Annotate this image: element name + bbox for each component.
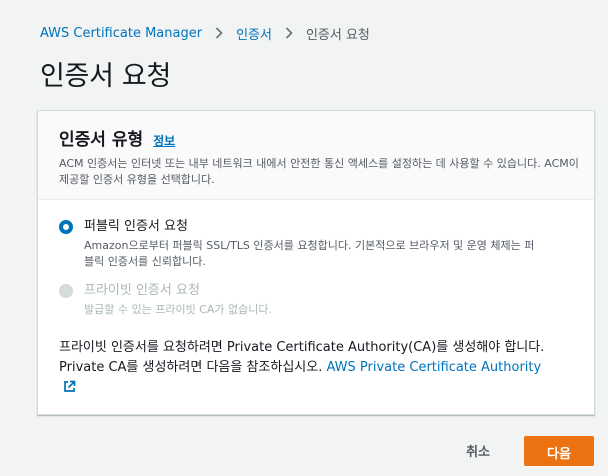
panel-title: 인증서 유형 [59,130,144,150]
external-link-icon [63,380,76,400]
private-certificate-radio [59,284,73,298]
public-certificate-label: 퍼블릭 인증서 요청 [84,219,188,234]
chevron-right-icon [285,27,293,39]
aws-private-ca-link-label: AWS Private Certificate Authority [326,360,542,375]
next-button[interactable]: 다음 [524,435,594,466]
private-certificate-label: 프라이빗 인증서 요청 [84,283,200,298]
info-link[interactable]: 정보 [153,132,175,149]
panel-header: 인증서 유형 정보 ACM 인증서는 인터넷 또는 내부 네트워크 내에서 안전… [38,111,594,200]
public-certificate-description: Amazon으로부터 퍼블릭 SSL/TLS 인증서를 요청합니다. 기본적으로… [84,239,535,268]
public-certificate-radio[interactable] [59,220,73,234]
private-certificate-option: 프라이빗 인증서 요청 발급할 수 있는 프라이빗 CA가 없습니다. [59,282,594,318]
panel-description: ACM 인증서는 인터넷 또는 내부 네트워크 내에서 안전한 통신 액세스를 … [59,157,579,186]
chevron-right-icon [215,27,223,39]
page-title: 인증서 요청 [40,61,171,92]
breadcrumb-certificates-link[interactable]: 인증서 [236,24,272,43]
breadcrumb-acm-link[interactable]: AWS Certificate Manager [40,26,202,41]
private-ca-note: 프라이빗 인증서를 요청하려면 Private Certificate Auth… [38,338,578,400]
private-certificate-description: 발급할 수 있는 프라이빗 CA가 없습니다. [84,303,272,316]
breadcrumb: AWS Certificate Manager 인증서 인증서 요청 [40,24,370,43]
certificate-type-panel: 인증서 유형 정보 ACM 인증서는 인터넷 또는 내부 네트워크 내에서 안전… [37,110,595,415]
form-actions: 취소 다음 [452,435,594,466]
breadcrumb-current: 인증서 요청 [305,27,370,43]
cancel-button[interactable]: 취소 [452,435,504,466]
public-certificate-option[interactable]: 퍼블릭 인증서 요청 Amazon으로부터 퍼블릭 SSL/TLS 인증서를 요… [59,218,594,270]
certificate-type-radio-group: 퍼블릭 인증서 요청 Amazon으로부터 퍼블릭 SSL/TLS 인증서를 요… [38,200,594,318]
panel-title-row: 인증서 유형 정보 [59,125,573,150]
